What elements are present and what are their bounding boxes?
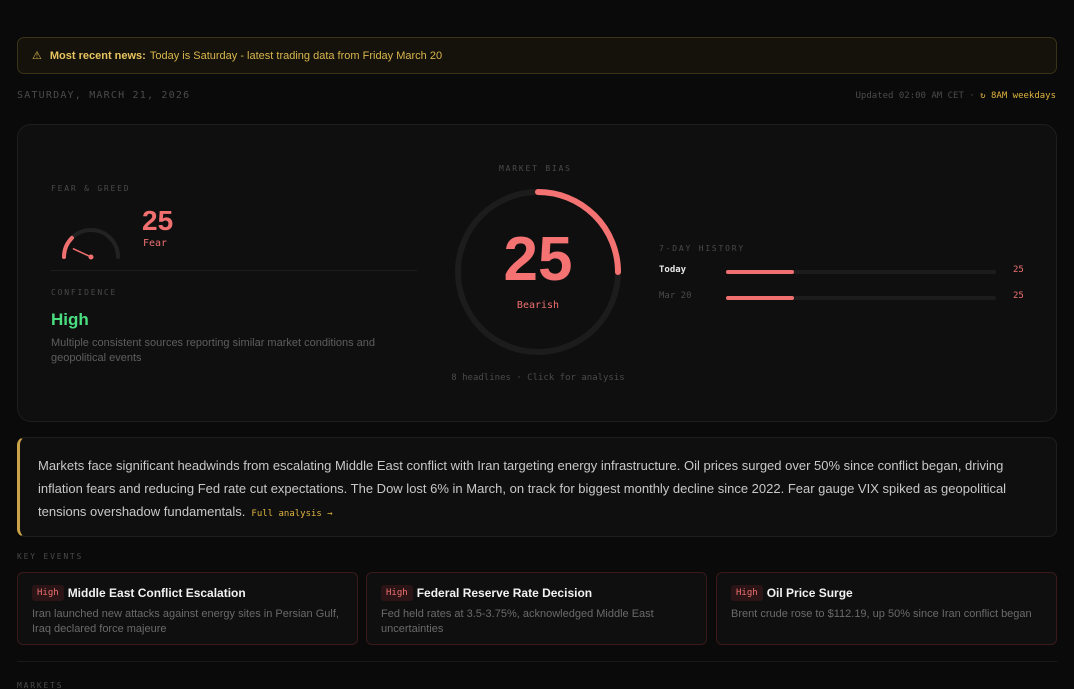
news-text: Today is Saturday - latest trading data …: [149, 49, 443, 62]
history-bar-fill: [726, 296, 794, 300]
event-description: Iran launched new attacks against energy…: [32, 608, 339, 635]
history-bar-track: [726, 296, 996, 300]
update-schedule: ↻ 8AM weekdays: [980, 91, 1056, 101]
key-events-label: KEY EVENTS: [17, 552, 84, 561]
fear-greed-gauge: [62, 228, 120, 260]
event-description: Fed held rates at 3.5-3.75%, acknowledge…: [381, 608, 654, 635]
gauge-track: [62, 228, 120, 259]
confidence-label: CONFIDENCE: [51, 288, 118, 297]
confidence-description: Multiple consistent sources reporting si…: [51, 337, 376, 364]
event-description: Brent crude rose to $112.19, up 50% sinc…: [731, 608, 1032, 620]
update-status: Updated 02:00 AM CET · ↻ 8AM weekdays: [856, 91, 1056, 101]
gauge-fill: [62, 235, 74, 259]
fear-greed-text: Fear: [143, 238, 168, 249]
full-analysis-link[interactable]: Full analysis →: [251, 509, 332, 519]
priority-badge: High: [381, 584, 413, 601]
gauge-hub: [88, 254, 94, 260]
event-card[interactable]: High Middle East Conflict Escalation Iran…: [17, 572, 358, 645]
history-bar-track: [726, 270, 996, 274]
event-title: Oil Price Surge: [766, 585, 853, 600]
updated-time: Updated 02:00 AM CET ·: [855, 91, 981, 101]
fear-greed-label: FEAR & GREED: [51, 184, 131, 193]
event-title: Federal Reserve Rate Decision: [416, 585, 593, 600]
gauge-needle: [72, 247, 92, 258]
history-row: Mar 20 25: [659, 291, 1049, 305]
summary-paragraph: Markets face significant headwinds from …: [38, 454, 1038, 526]
analysis-link[interactable]: 8 headlines · Click for analysis: [418, 373, 658, 383]
news-banner: ⚠ Most recent news: Today is Saturday - …: [17, 37, 1057, 74]
history-bar-fill: [726, 270, 794, 274]
history-day: Mar 20: [659, 291, 692, 301]
sentiment-card: FEAR & GREED 25 Fear CONFIDENCE High Mul…: [17, 124, 1057, 422]
markets-label: MARKETS: [17, 681, 64, 689]
history-row: Today 25: [659, 265, 1049, 279]
market-bias-label: MARKET BIAS: [499, 164, 572, 173]
current-date: SATURDAY, MARCH 21, 2026: [17, 90, 191, 101]
event-card[interactable]: High Oil Price Surge Brent crude rose to …: [716, 572, 1057, 645]
history-label: 7-DAY HISTORY: [659, 244, 746, 253]
divider: [51, 270, 417, 271]
confidence-value: High: [51, 310, 89, 329]
event-card[interactable]: High Federal Reserve Rate Decision Fed he…: [366, 572, 707, 645]
market-bias-value[interactable]: 25: [453, 229, 623, 291]
market-summary: Markets face significant headwinds from …: [17, 437, 1057, 537]
history-day: Today: [659, 265, 687, 275]
divider: [17, 661, 1057, 662]
news-prefix: Most recent news:: [49, 49, 146, 62]
priority-badge: High: [32, 584, 64, 601]
history-value: 25: [1013, 291, 1024, 301]
summary-text: Markets face significant headwinds from …: [38, 458, 1007, 519]
warning-icon: ⚠: [32, 50, 42, 62]
fear-greed-value: 25: [142, 205, 174, 236]
priority-badge: High: [731, 584, 763, 601]
market-bias-text: Bearish: [516, 300, 560, 311]
history-value: 25: [1013, 265, 1024, 275]
event-title: Middle East Conflict Escalation: [67, 585, 246, 600]
